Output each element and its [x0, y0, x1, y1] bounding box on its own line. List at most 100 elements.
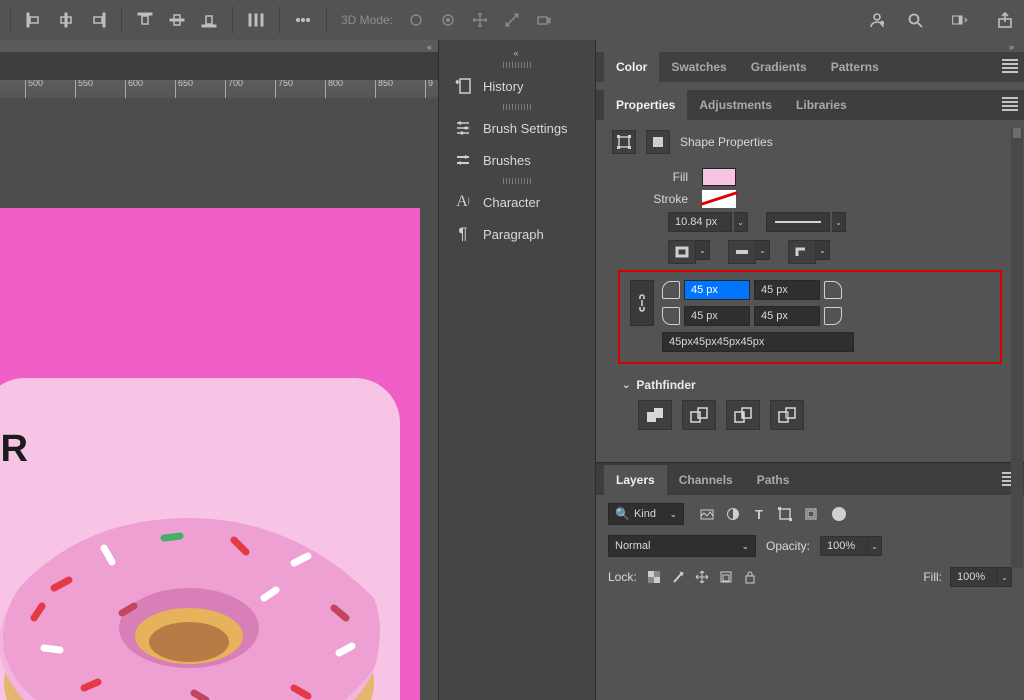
- stroke-style-field[interactable]: [766, 212, 830, 232]
- tab-swatches[interactable]: Swatches: [659, 52, 738, 82]
- tab-paths[interactable]: Paths: [745, 465, 802, 495]
- stroke-align-icon[interactable]: [668, 240, 696, 264]
- lock-position-icon[interactable]: [693, 568, 711, 586]
- blend-mode-dropdown[interactable]: Normal⌄: [608, 535, 756, 557]
- panel-item-paragraph[interactable]: ¶ Paragraph: [439, 218, 595, 250]
- horizontal-ruler[interactable]: 500 550 600 650 700 750 800 850 9: [0, 80, 438, 98]
- doc-collapse-icon[interactable]: «: [0, 40, 438, 52]
- lock-image-icon[interactable]: [669, 568, 687, 586]
- tab-layers[interactable]: Layers: [604, 465, 667, 495]
- paragraph-icon: ¶: [453, 224, 473, 244]
- chevron-down-icon[interactable]: ⌄: [756, 240, 770, 260]
- separator: [232, 6, 233, 34]
- opacity-label: Opacity:: [766, 539, 810, 553]
- lock-all-icon[interactable]: [741, 568, 759, 586]
- pathfinder-intersect-icon[interactable]: [726, 400, 760, 430]
- donut-illustration[interactable]: [0, 478, 394, 700]
- ruler-tick: 700: [228, 80, 243, 88]
- corner-tl-field[interactable]: 45 px: [684, 280, 750, 300]
- panel-item-brush-settings[interactable]: Brush Settings: [439, 112, 595, 144]
- share-icon[interactable]: [992, 7, 1018, 33]
- align-top-icon[interactable]: [132, 7, 158, 33]
- tab-adjustments[interactable]: Adjustments: [687, 90, 784, 120]
- ruler-tick: 9: [428, 80, 433, 88]
- chevron-down-icon[interactable]: ⌄: [998, 567, 1012, 587]
- corner-tr-field[interactable]: 45 px: [754, 280, 820, 300]
- stroke-swatch[interactable]: [702, 190, 736, 208]
- stroke-width-field[interactable]: 10.84 px: [668, 212, 732, 232]
- 3d-rotate-icon[interactable]: [435, 7, 461, 33]
- layer-filter-kind[interactable]: 🔍Kind⌄: [608, 503, 684, 525]
- properties-panel-tabs: Properties Adjustments Libraries: [596, 90, 1024, 120]
- search-icon[interactable]: [902, 7, 928, 33]
- align-left-icon[interactable]: [21, 7, 47, 33]
- pathfinder-minus-front-icon[interactable]: [682, 400, 716, 430]
- align-vcenter-icon[interactable]: [164, 7, 190, 33]
- panel-menu-icon[interactable]: [1002, 97, 1018, 111]
- filter-toggle[interactable]: [832, 507, 846, 521]
- collapse-arrows-icon[interactable]: «: [439, 48, 595, 60]
- stroke-options-row: ⌄ ⌄ ⌄: [668, 240, 1008, 264]
- panel-drag-handle[interactable]: [503, 178, 531, 184]
- 3d-camera-icon[interactable]: [531, 7, 557, 33]
- link-corners-button[interactable]: [630, 280, 654, 326]
- panel-drag-handle[interactable]: [503, 104, 531, 110]
- opacity-field[interactable]: 100%: [820, 536, 868, 556]
- panel-item-character[interactable]: A| Character: [439, 186, 595, 218]
- tab-libraries[interactable]: Libraries: [784, 90, 859, 120]
- filter-smart-icon[interactable]: [802, 505, 820, 523]
- distribute-h-icon[interactable]: [243, 7, 269, 33]
- 3d-orbit-icon[interactable]: [403, 7, 429, 33]
- stroke-width-dropdown[interactable]: ⌄: [734, 212, 748, 232]
- chevron-down-icon[interactable]: ⌄: [696, 240, 710, 260]
- tab-properties[interactable]: Properties: [604, 90, 687, 120]
- filter-adjust-icon[interactable]: [724, 505, 742, 523]
- corner-tr-icon: [824, 281, 842, 299]
- corner-bl-field[interactable]: 45 px: [684, 306, 750, 326]
- filter-type-icon[interactable]: T: [750, 505, 768, 523]
- stroke-style-dropdown[interactable]: ⌄: [832, 212, 846, 232]
- stroke-caps-icon[interactable]: [728, 240, 756, 264]
- pathfinder-unite-icon[interactable]: [638, 400, 672, 430]
- tab-patterns[interactable]: Patterns: [819, 52, 891, 82]
- align-bottom-icon[interactable]: [196, 7, 222, 33]
- align-right-icon[interactable]: [85, 7, 111, 33]
- 3d-scale-icon[interactable]: [499, 7, 525, 33]
- brushes-icon: [453, 150, 473, 170]
- align-hcenter-icon[interactable]: [53, 7, 79, 33]
- pathfinder-exclude-icon[interactable]: [770, 400, 804, 430]
- workspace-switcher[interactable]: [940, 7, 980, 33]
- more-options-icon[interactable]: [290, 7, 316, 33]
- chevron-down-icon[interactable]: ⌄: [816, 240, 830, 260]
- layers-lock-row: Lock: Fill: 100%⌄: [608, 567, 1012, 587]
- corner-combined-field[interactable]: 45px45px45px45px: [662, 332, 854, 352]
- 3d-move-icon[interactable]: [467, 7, 493, 33]
- filter-shape-icon[interactable]: [776, 505, 794, 523]
- properties-scrollbar[interactable]: [1011, 128, 1023, 568]
- pathfinder-header[interactable]: ⌄Pathfinder: [622, 378, 1008, 392]
- user-icon[interactable]: +: [864, 7, 890, 33]
- canvas[interactable]: OR: [0, 98, 438, 700]
- tab-color[interactable]: Color: [604, 52, 659, 82]
- right-collapse-icon[interactable]: »: [596, 40, 1024, 52]
- panel-drag-handle[interactable]: [503, 62, 531, 68]
- panel-item-brushes[interactable]: Brushes: [439, 144, 595, 176]
- panel-menu-icon[interactable]: [1002, 59, 1018, 73]
- corner-row-top: 45 px 45 px: [662, 280, 854, 300]
- tab-channels[interactable]: Channels: [667, 465, 745, 495]
- live-shape-icon[interactable]: [646, 130, 670, 154]
- chevron-down-icon[interactable]: ⌄: [868, 536, 882, 556]
- document-tabs[interactable]: [0, 52, 438, 80]
- panel-item-history[interactable]: History: [439, 70, 595, 102]
- transform-icon[interactable]: [612, 130, 636, 154]
- corner-br-field[interactable]: 45 px: [754, 306, 820, 326]
- stroke-corners-icon[interactable]: [788, 240, 816, 264]
- tab-gradients[interactable]: Gradients: [739, 52, 819, 82]
- lock-transparency-icon[interactable]: [645, 568, 663, 586]
- fill-opacity-field[interactable]: 100%: [950, 567, 998, 587]
- ruler-tick: 800: [328, 80, 343, 88]
- lock-artboard-icon[interactable]: [717, 568, 735, 586]
- filter-pixel-icon[interactable]: [698, 505, 716, 523]
- right-panels-column: » Color Swatches Gradients Patterns Prop…: [596, 40, 1024, 700]
- fill-swatch[interactable]: [702, 168, 736, 186]
